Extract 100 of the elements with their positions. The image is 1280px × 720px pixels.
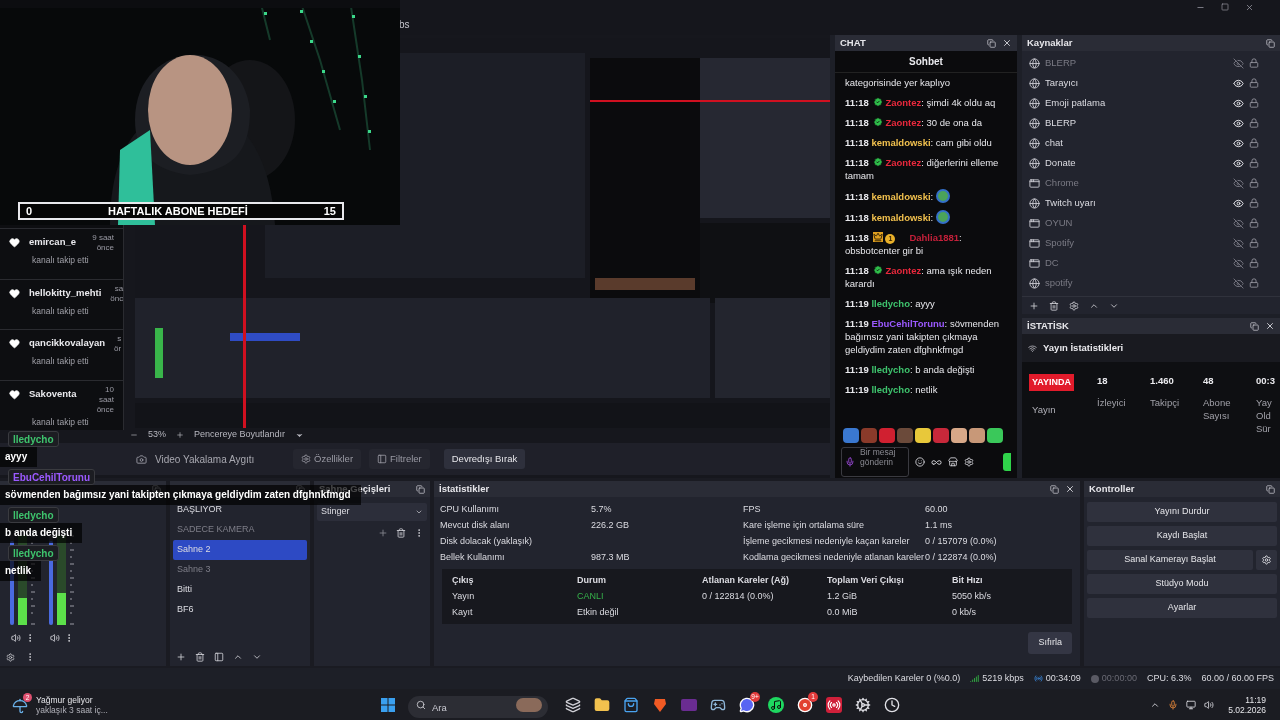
eye-icon[interactable]: [1233, 137, 1244, 149]
source-item[interactable]: BLERP: [1022, 53, 1280, 73]
mic-icon[interactable]: [845, 457, 855, 467]
close-icon[interactable]: [1245, 3, 1254, 12]
scene-item[interactable]: BAŞLIYOR: [173, 500, 307, 520]
toolbar-button[interactable]: Özellikler: [293, 449, 362, 469]
transition-select[interactable]: Stinger: [317, 503, 427, 521]
windows-logo-icon[interactable]: [380, 696, 396, 713]
globe-icon: [1029, 57, 1040, 69]
settings-icon[interactable]: [1069, 300, 1079, 311]
filter-icon[interactable]: [214, 652, 224, 662]
close-icon[interactable]: [1265, 321, 1275, 331]
control-button[interactable]: Sanal Kamerayı Başlat: [1087, 550, 1253, 570]
umbrella-icon[interactable]: [12, 697, 28, 714]
folder-icon[interactable]: [593, 696, 610, 713]
music-icon[interactable]: [767, 696, 784, 713]
source-item[interactable]: Donate: [1022, 153, 1280, 173]
eye-off-icon[interactable]: [1233, 237, 1244, 249]
add-icon[interactable]: [1029, 300, 1039, 311]
eye-off-icon[interactable]: [1233, 257, 1244, 269]
record-icon[interactable]: [825, 696, 842, 713]
message-field[interactable]: Bir mesaj gönderin: [841, 447, 909, 477]
lock-icon[interactable]: [1249, 218, 1259, 228]
source-item[interactable]: OYUN: [1022, 213, 1280, 233]
store-icon[interactable]: [948, 457, 958, 467]
source-item[interactable]: chat: [1022, 133, 1280, 153]
control-button[interactable]: Yayını Durdur: [1087, 502, 1277, 522]
scene-item[interactable]: Sahne 3: [173, 560, 307, 580]
lock-icon[interactable]: [1249, 138, 1259, 148]
source-item[interactable]: Chrome: [1022, 173, 1280, 193]
close-icon[interactable]: [1065, 484, 1075, 494]
reset-button[interactable]: Sıfırla: [1028, 632, 1072, 654]
eye-off-icon[interactable]: [1233, 217, 1244, 229]
delete-icon[interactable]: [1049, 300, 1059, 311]
control-button[interactable]: Kaydı Başlat: [1087, 526, 1277, 546]
add-icon[interactable]: [176, 652, 186, 662]
scene-item[interactable]: SADECE KAMERA: [173, 520, 307, 540]
lock-icon[interactable]: [1249, 178, 1259, 188]
lock-icon[interactable]: [1249, 158, 1259, 168]
source-item[interactable]: BLERP: [1022, 113, 1280, 133]
windows-icon[interactable]: [564, 696, 581, 713]
close-icon[interactable]: [1002, 38, 1012, 48]
lock-icon[interactable]: [1249, 198, 1259, 208]
speaker-icon[interactable]: [1204, 699, 1215, 710]
eye-off-icon[interactable]: [1233, 277, 1244, 289]
mic-icon[interactable]: [1168, 699, 1179, 710]
settings-icon[interactable]: [964, 457, 974, 467]
metric-label: Takipçi: [1150, 396, 1181, 410]
lock-icon[interactable]: [1249, 118, 1259, 128]
eye-off-icon[interactable]: [1233, 177, 1244, 189]
control-button[interactable]: Ayarlar: [1087, 598, 1277, 618]
speaker-icon[interactable]: [49, 633, 60, 643]
display-icon[interactable]: [1186, 699, 1197, 710]
scene-item[interactable]: Sahne 2: [173, 540, 307, 560]
source-item[interactable]: Spotify: [1022, 233, 1280, 253]
source-item[interactable]: spotify: [1022, 273, 1280, 293]
fit-window-option[interactable]: Pencereye Boyutlandır: [194, 428, 286, 442]
lock-icon[interactable]: [1249, 278, 1259, 288]
bag-icon[interactable]: [622, 696, 639, 713]
lock-icon[interactable]: [1249, 78, 1259, 88]
lock-icon[interactable]: [1249, 258, 1259, 268]
zoom-in-icon[interactable]: [176, 431, 184, 439]
control-button[interactable]: Stüdyo Modu: [1087, 574, 1277, 594]
move-up-icon[interactable]: [233, 652, 243, 662]
eye-icon[interactable]: [1233, 77, 1244, 89]
eye-icon[interactable]: [1233, 197, 1244, 209]
search-field[interactable]: Ara: [408, 696, 548, 718]
settings-icon[interactable]: [1256, 550, 1277, 570]
disc-icon[interactable]: [796, 696, 813, 713]
gear-icon: [301, 454, 311, 464]
eye-icon[interactable]: [1233, 97, 1244, 109]
source-item[interactable]: DC: [1022, 253, 1280, 273]
chat-heading: Sohbet: [835, 51, 1017, 73]
shield-icon[interactable]: [651, 696, 668, 713]
emoji-icon[interactable]: [915, 457, 925, 467]
scene-item[interactable]: BF6: [173, 600, 307, 620]
clock-icon[interactable]: [883, 696, 900, 713]
move-down-icon[interactable]: [252, 652, 262, 662]
record-time: 00:00:00: [1101, 671, 1137, 685]
source-item[interactable]: Twitch uyarı: [1022, 193, 1280, 213]
gear-icon[interactable]: [854, 696, 871, 713]
eye-icon[interactable]: [1233, 157, 1244, 169]
live-label: Yayın: [1031, 403, 1057, 417]
speaker-icon[interactable]: [10, 633, 21, 643]
lock-icon[interactable]: [1249, 58, 1259, 68]
scene-item[interactable]: Bitti: [173, 580, 307, 600]
add-icon[interactable]: [378, 528, 388, 538]
delete-icon[interactable]: [396, 528, 406, 538]
toolbar-button[interactable]: Devredışı Bırak: [443, 449, 526, 469]
lock-icon[interactable]: [1249, 238, 1259, 248]
lock-icon[interactable]: [1249, 98, 1259, 108]
maximize-icon[interactable]: [1221, 3, 1229, 11]
eye-off-icon[interactable]: [1233, 57, 1244, 69]
eye-icon[interactable]: [1233, 117, 1244, 129]
toolbar-button[interactable]: Filtreler: [369, 449, 430, 469]
source-item[interactable]: Tarayıcı: [1022, 73, 1280, 93]
source-item[interactable]: Emoji patlama: [1022, 93, 1280, 113]
settings-icon[interactable]: [6, 652, 15, 662]
menu-item[interactable]: bs: [399, 17, 410, 32]
delete-icon[interactable]: [195, 652, 205, 662]
